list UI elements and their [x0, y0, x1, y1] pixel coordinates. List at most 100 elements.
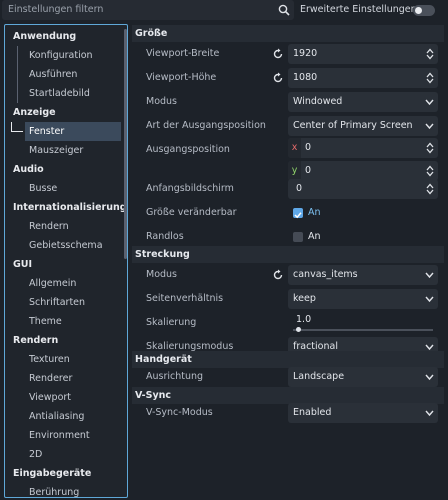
scale-slider[interactable]: 1.0	[288, 313, 438, 333]
tree-item-gebietsschema[interactable]: Gebietsschema	[5, 236, 121, 255]
initial-position-type-dropdown[interactable]: Center of Primary Screen	[288, 116, 438, 136]
resizable-checkbox[interactable]: An	[288, 203, 438, 223]
tree-item-beruehrung[interactable]: Berührung	[5, 483, 121, 497]
slider-track[interactable]	[293, 329, 433, 331]
axis-x-label: x	[288, 138, 301, 158]
reset-icon[interactable]	[272, 269, 284, 281]
tree-item-allgemein[interactable]: Allgemein	[5, 274, 121, 293]
orientation-dropdown[interactable]: Landscape	[288, 367, 438, 387]
chevron-down-icon	[425, 344, 434, 351]
tree-guide-line	[11, 122, 12, 131]
property-label: Skalierung	[146, 317, 197, 328]
spin-arrows-icon[interactable]	[426, 183, 434, 195]
property-aspect: Seitenverhältnis keep	[132, 287, 444, 311]
property-viewport-width: Viewport-Breite 1920	[132, 42, 444, 66]
initial-position-x-spinbox[interactable]: x 0	[288, 138, 438, 158]
field-value: Landscape	[293, 371, 345, 382]
chevron-down-icon	[425, 296, 434, 303]
viewport-height-spinbox[interactable]: 1080	[288, 68, 438, 88]
property-label: Anfangsbildschirm	[146, 183, 234, 194]
tree-item-texturen[interactable]: Texturen	[5, 350, 121, 369]
chevron-down-icon	[425, 374, 434, 381]
property-resizable: Größe veränderbar An	[132, 201, 444, 225]
property-label: Seitenverhältnis	[146, 293, 224, 304]
tree-category-internationalisierung[interactable]: Internationalisierung	[5, 198, 127, 217]
window-mode-dropdown[interactable]: Windowed	[288, 92, 438, 112]
stretch-mode-dropdown[interactable]: canvas_items	[288, 265, 438, 285]
section-header-stretch[interactable]: Streckung	[132, 246, 444, 263]
initial-screen-spinbox[interactable]: 0	[288, 179, 438, 199]
tree-item-schriftarten[interactable]: Schriftarten	[5, 293, 121, 312]
section-header-size[interactable]: Größe	[132, 25, 444, 42]
property-label: Modus	[146, 96, 178, 107]
reset-icon[interactable]	[272, 48, 284, 60]
chevron-down-icon	[425, 123, 434, 130]
tree-item-startladebild[interactable]: Startladebild	[5, 84, 121, 103]
slider-grabber[interactable]	[296, 327, 301, 332]
field-value: 0	[296, 183, 303, 194]
property-scale: Skalierung 1.0	[132, 311, 444, 335]
tree-category-audio[interactable]: Audio	[5, 160, 121, 179]
field-value: keep	[293, 293, 316, 304]
viewport-width-spinbox[interactable]: 1920	[288, 44, 438, 64]
checkbox-checked-icon[interactable]	[293, 208, 303, 219]
checkbox-label: An	[308, 231, 321, 242]
aspect-dropdown[interactable]: keep	[288, 289, 438, 309]
property-orientation: Ausrichtung Landscape	[132, 365, 444, 389]
tree-category-eingabegeraete[interactable]: Eingabegeräte	[5, 464, 121, 483]
tree-item-environment[interactable]: Environment	[5, 426, 121, 445]
property-window-mode: Modus Windowed	[132, 90, 444, 114]
borderless-checkbox[interactable]: An	[288, 227, 438, 247]
tree-item-rendern-i18n[interactable]: Rendern	[5, 217, 121, 236]
tree-item-fenster[interactable]: Fenster	[25, 122, 121, 141]
advanced-settings-label: Erweiterte Einstellungen	[300, 4, 417, 15]
tree-item-mauszeiger[interactable]: Mauszeiger	[5, 141, 121, 160]
chevron-down-icon	[425, 272, 434, 279]
property-label: Art der Ausgangsposition	[146, 120, 266, 131]
tree-item-ausfuehren[interactable]: Ausführen	[5, 65, 121, 84]
spin-arrows-icon[interactable]	[426, 72, 434, 84]
search-icon[interactable]	[278, 4, 290, 16]
tree-item-2d[interactable]: 2D	[5, 445, 121, 464]
property-label: Ausgangsposition	[146, 144, 230, 155]
property-label: Viewport-Höhe	[146, 72, 217, 83]
property-initial-screen: Anfangsbildschirm 0	[132, 177, 444, 201]
tree-item-viewport[interactable]: Viewport	[5, 388, 121, 407]
property-viewport-height: Viewport-Höhe 1080	[132, 66, 444, 90]
property-vsync-mode: V-Sync-Modus Enabled	[132, 401, 444, 425]
tree-item-theme[interactable]: Theme	[5, 312, 121, 331]
tree-category-anwendung[interactable]: Anwendung	[5, 27, 121, 46]
tree-item-busse[interactable]: Busse	[5, 179, 121, 198]
field-value: canvas_items	[293, 269, 358, 280]
tree-guide-line	[11, 131, 23, 132]
property-label: V-Sync-Modus	[146, 407, 213, 418]
property-label: Viewport-Breite	[146, 48, 220, 59]
tree-category-rendern[interactable]: Rendern	[5, 331, 121, 350]
field-value: Windowed	[293, 96, 343, 107]
tree-item-renderer[interactable]: Renderer	[5, 369, 121, 388]
tree-category-gui[interactable]: GUI	[5, 255, 121, 274]
spin-arrows-icon[interactable]	[426, 48, 434, 60]
filter-settings-input[interactable]: Einstellungen filtern	[2, 0, 294, 20]
tree-item-antialiasing[interactable]: Antialiasing	[5, 407, 121, 426]
settings-category-tree: Anwendung Konfiguration Ausführen Startl…	[4, 24, 128, 498]
field-value: 1920	[293, 48, 318, 59]
advanced-settings-toggle[interactable]	[413, 5, 435, 16]
settings-toolbar: Einstellungen filtern Erweiterte Einstel…	[0, 0, 448, 21]
reset-icon[interactable]	[272, 72, 284, 84]
chevron-down-icon	[425, 410, 434, 417]
toggle-knob	[415, 7, 422, 14]
spin-arrows-icon[interactable]	[426, 165, 434, 177]
checkbox-unchecked-icon[interactable]	[293, 232, 303, 242]
field-value: Center of Primary Screen	[293, 120, 413, 131]
vsync-mode-dropdown[interactable]: Enabled	[288, 403, 438, 423]
property-label: Größe veränderbar	[146, 207, 237, 218]
tree-category-anzeige[interactable]: Anzeige	[5, 103, 121, 122]
spin-arrows-icon[interactable]	[426, 142, 434, 154]
property-stretch-mode: Modus canvas_items	[132, 263, 444, 287]
tree-scrollbar[interactable]	[124, 29, 127, 259]
field-value: 1080	[293, 72, 318, 83]
tree-item-konfiguration[interactable]: Konfiguration	[5, 46, 121, 65]
chevron-down-icon	[425, 99, 434, 106]
field-value: Enabled	[293, 407, 332, 418]
